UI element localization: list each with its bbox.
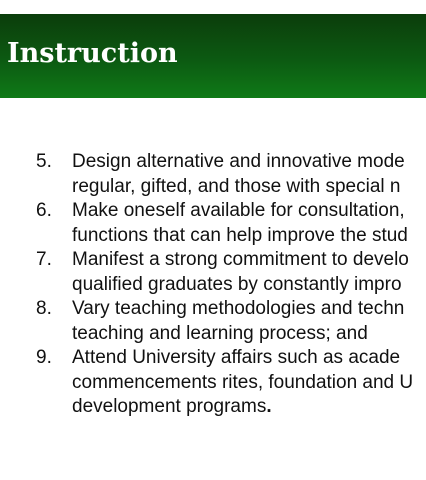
list-item-number: 6. (36, 200, 52, 221)
list-item-line: Attend University affairs such as acade (72, 347, 401, 368)
slide-title: Instruction (7, 38, 178, 69)
list-item-number: 5. (36, 151, 52, 172)
list-item-8: 8. Vary teaching methodologies and techn… (0, 297, 426, 346)
list-item-line: qualified graduates by constantly impro (72, 273, 402, 295)
title-banner: Instruction (0, 14, 426, 98)
list-item-text: Make oneself available for consultation,… (72, 199, 426, 248)
list-item-9: 9. Attend University affairs such as aca… (0, 346, 426, 420)
list-item-7: 7. Manifest a strong commitment to devel… (0, 248, 426, 297)
list-item-text: Vary teaching methodologies and techn te… (72, 297, 426, 346)
list-item-number: 8. (36, 298, 52, 319)
list-item-5: 5. Design alternative and innovative mod… (0, 150, 426, 199)
list-item-line-text: development programs (72, 396, 267, 417)
list-item-line: functions that can help improve the stud (72, 224, 408, 246)
list-item-line-last: development programs. (72, 395, 426, 420)
list-item-line: teaching and learning process; and (72, 322, 368, 344)
list-item-line: Vary teaching methodologies and techn (72, 298, 405, 319)
list-item-number: 9. (36, 347, 52, 368)
list-item-line: regular, gifted, and those with special … (72, 175, 401, 197)
list-item-line: Make oneself available for consultation, (72, 200, 405, 221)
list-item-line: Design alternative and innovative mode (72, 151, 405, 172)
end-mark: . (266, 396, 272, 417)
slide-content: 5. Design alternative and innovative mod… (0, 150, 426, 430)
list-item-line: commencements rites, foundation and U (72, 371, 414, 393)
list-item-text: Manifest a strong commitment to develo q… (72, 248, 426, 297)
list-item-line: Manifest a strong commitment to develo (72, 249, 409, 270)
top-strip (0, 0, 426, 14)
list-item-text: Design alternative and innovative mode r… (72, 150, 426, 199)
list-item-number: 7. (36, 249, 52, 270)
list-item-6: 6. Make oneself available for consultati… (0, 199, 426, 248)
list-item-text: Attend University affairs such as acade … (72, 346, 426, 420)
